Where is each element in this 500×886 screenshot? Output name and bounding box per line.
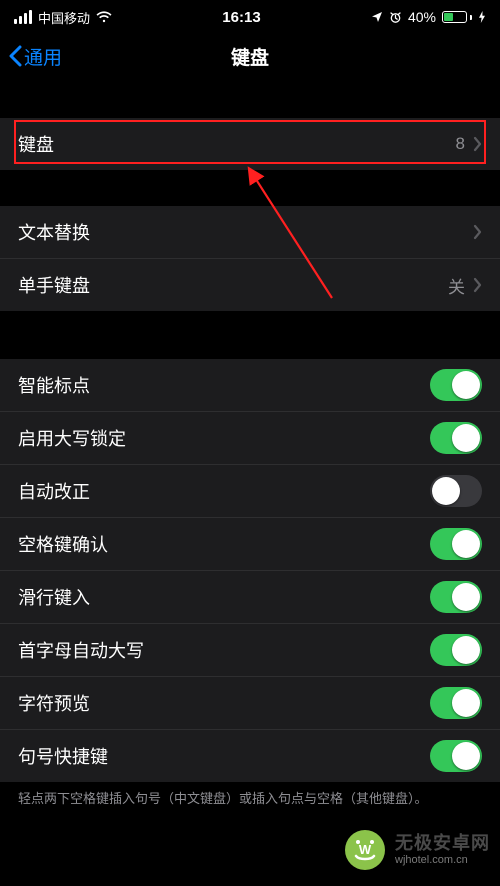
alarm-icon [389, 11, 402, 24]
auto-cap-label: 首字母自动大写 [18, 637, 430, 663]
period-shortcut-cell: 句号快捷键 [0, 730, 500, 782]
back-button[interactable]: 通用 [8, 43, 62, 70]
settings-group-toggles: 智能标点 启用大写锁定 自动改正 空格键确认 滑行键入 首字母自动大写 字符预览… [0, 359, 500, 782]
charging-icon [478, 11, 486, 23]
autocorrect-toggle[interactable] [430, 475, 482, 507]
keyboards-value: 8 [456, 134, 465, 154]
location-icon [371, 11, 383, 23]
settings-group-text: 文本替换 单手键盘 关 [0, 206, 500, 311]
wifi-icon [96, 11, 112, 23]
caps-lock-label: 启用大写锁定 [18, 425, 430, 451]
autocorrect-cell: 自动改正 [0, 465, 500, 518]
statusbar-right: 40% [371, 9, 486, 25]
keyboards-cell[interactable]: 键盘 8 [0, 118, 500, 170]
spacer [0, 170, 500, 206]
caps-lock-toggle[interactable] [430, 422, 482, 454]
text-replace-label: 文本替换 [18, 219, 473, 245]
one-handed-label: 单手键盘 [18, 272, 448, 298]
spacer [0, 82, 500, 118]
caps-lock-cell: 启用大写锁定 [0, 412, 500, 465]
char-preview-label: 字符预览 [18, 690, 430, 716]
text-replace-cell[interactable]: 文本替换 [0, 206, 500, 259]
nav-bar: 通用 键盘 [0, 30, 500, 82]
carrier-label: 中国移动 [38, 8, 90, 27]
autocorrect-label: 自动改正 [18, 478, 430, 504]
chevron-left-icon [8, 45, 22, 67]
char-preview-toggle[interactable] [430, 687, 482, 719]
chevron-right-icon [473, 224, 482, 240]
settings-group-keyboards: 键盘 8 [0, 118, 500, 170]
watermark-logo-icon: W [343, 828, 387, 872]
period-shortcut-toggle[interactable] [430, 740, 482, 772]
auto-cap-toggle[interactable] [430, 634, 482, 666]
signal-icon [14, 10, 32, 24]
period-shortcut-label: 句号快捷键 [18, 743, 430, 769]
smart-punct-cell: 智能标点 [0, 359, 500, 412]
one-handed-value: 关 [448, 273, 465, 298]
statusbar-left: 中国移动 [14, 8, 112, 27]
slide-type-label: 滑行键入 [18, 584, 430, 610]
watermark: W 无极安卓网 wjhotel.com.cn [343, 828, 490, 872]
status-bar: 中国移动 16:13 40% [0, 0, 500, 30]
slide-type-toggle[interactable] [430, 581, 482, 613]
smart-punct-label: 智能标点 [18, 372, 430, 398]
footer-note: 轻点两下空格键插入句号（中文键盘）或插入句点与空格（其他键盘）。 [0, 782, 500, 820]
watermark-name: 无极安卓网 [395, 834, 490, 854]
clock: 16:13 [222, 9, 260, 26]
auto-cap-cell: 首字母自动大写 [0, 624, 500, 677]
space-confirm-label: 空格键确认 [18, 531, 430, 557]
spacer [0, 311, 500, 359]
slide-type-cell: 滑行键入 [0, 571, 500, 624]
one-handed-cell[interactable]: 单手键盘 关 [0, 259, 500, 311]
char-preview-cell: 字符预览 [0, 677, 500, 730]
battery-text: 40% [408, 9, 436, 25]
page-title: 键盘 [0, 43, 500, 70]
space-confirm-toggle[interactable] [430, 528, 482, 560]
chevron-right-icon [473, 277, 482, 293]
watermark-site: wjhotel.com.cn [395, 854, 490, 866]
battery-icon [442, 11, 472, 23]
space-confirm-cell: 空格键确认 [0, 518, 500, 571]
back-label: 通用 [24, 43, 62, 70]
chevron-right-icon [473, 136, 482, 152]
svg-text:W: W [359, 842, 372, 857]
smart-punct-toggle[interactable] [430, 369, 482, 401]
keyboards-label: 键盘 [18, 131, 456, 157]
